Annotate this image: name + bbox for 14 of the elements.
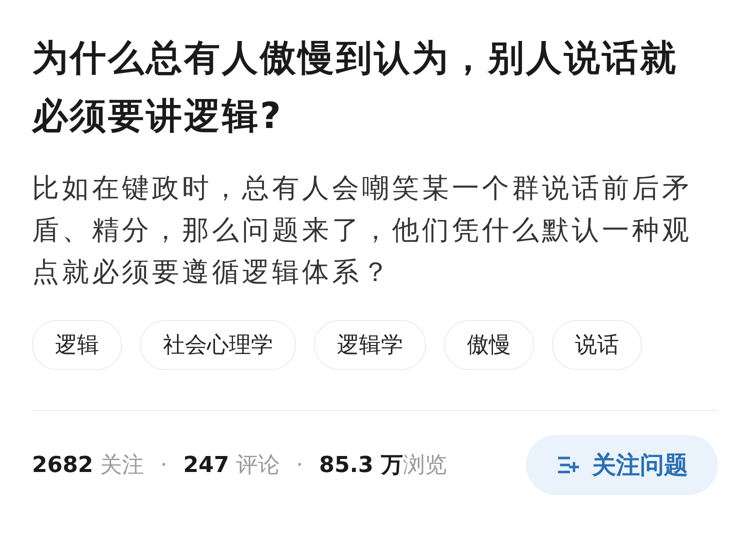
list-plus-icon bbox=[556, 455, 580, 475]
tag[interactable]: 逻辑学 bbox=[314, 320, 426, 370]
follow-question-button[interactable]: 关注问题 bbox=[526, 435, 718, 495]
tag[interactable]: 社会心理学 bbox=[140, 320, 296, 370]
question-description: 比如在键政时，总有人会嘲笑某一个群说话前后矛盾、精分，那么问题来了，他们凭什么默认一种观点就必须要遵循逻辑体系？ bbox=[32, 172, 693, 290]
separator-dot: · bbox=[160, 452, 168, 478]
question-title: 为什么总有人傲慢到认为，别人说话就必须要讲逻辑? bbox=[32, 37, 679, 139]
tag[interactable]: 傲慢 bbox=[444, 320, 534, 370]
stat-text: 247 评论 bbox=[183, 452, 280, 480]
tag[interactable]: 逻辑 bbox=[32, 320, 122, 370]
stat-text: 2682 关注 bbox=[32, 452, 144, 480]
tag[interactable]: 说话 bbox=[552, 320, 642, 370]
stat-text: 85.3 万浏览 bbox=[319, 452, 448, 480]
separator-dot: · bbox=[296, 452, 304, 478]
